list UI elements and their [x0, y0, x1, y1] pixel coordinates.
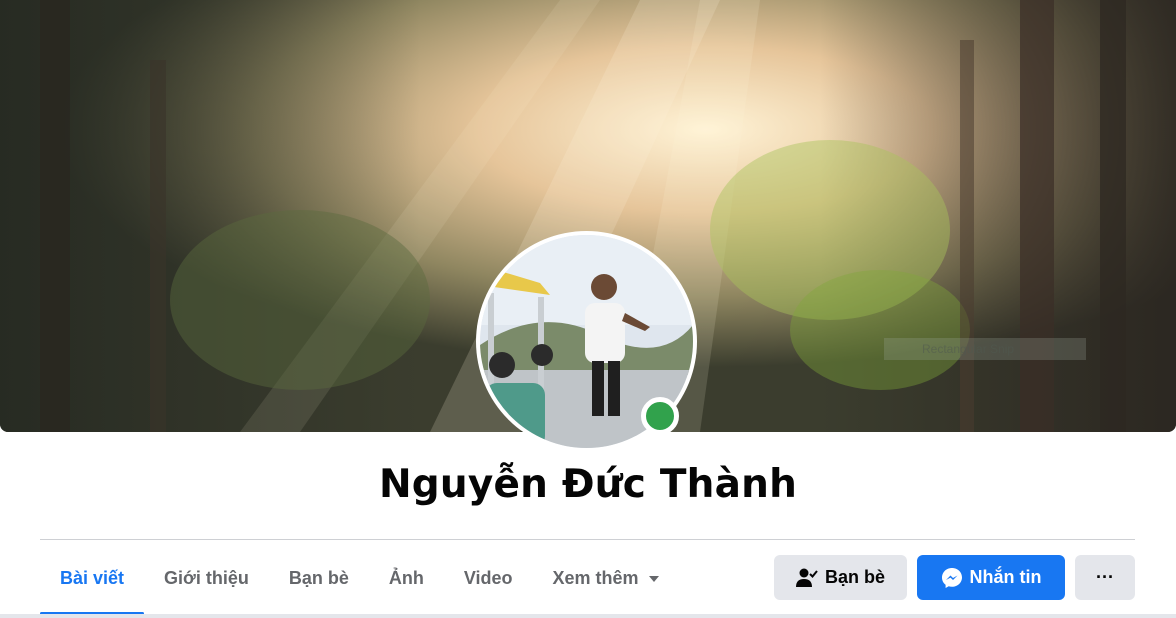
caret-down-icon [648, 576, 659, 582]
message-button-label: Nhắn tin [969, 567, 1042, 587]
header-divider [40, 539, 1135, 540]
message-button[interactable]: Nhắn tin [917, 555, 1065, 600]
header-bottom-border [0, 614, 1176, 618]
tab-posts[interactable]: Bài viết [40, 548, 145, 615]
tab-label: Video [463, 567, 513, 588]
cover-watermark: Rectangular Snip [884, 338, 1086, 360]
profile-name: Nguyễn Đức Thành [378, 462, 798, 507]
messenger-icon [941, 567, 963, 589]
tab-about[interactable]: Giới thiệu [144, 548, 269, 608]
tab-label: Ảnh [388, 567, 424, 588]
friends-button-label: Bạn bè [824, 567, 885, 587]
tab-more[interactable]: Xem thêm [533, 548, 679, 608]
tab-label: Bài viết [60, 567, 125, 588]
more-options-button[interactable]: ··· [1075, 555, 1135, 600]
profile-tabs: Bài viết Giới thiệu Bạn bè Ảnh Video Xem… [40, 548, 679, 616]
tab-friends[interactable]: Bạn bè [269, 548, 369, 608]
tab-label: Xem thêm [552, 567, 639, 588]
person-check-icon [795, 568, 818, 588]
profile-page: Rectangular Snip Nguyễn Đức Thành Bài vi… [0, 0, 1176, 618]
friends-button[interactable]: Bạn bè [774, 555, 907, 600]
tab-photos[interactable]: Ảnh [369, 548, 444, 608]
more-dots-icon: ··· [1096, 567, 1114, 587]
tab-label: Bạn bè [288, 567, 349, 588]
tab-label: Giới thiệu [164, 567, 249, 588]
tab-videos[interactable]: Video [444, 548, 533, 608]
profile-actions: Bạn bè Nhắn tin ··· [774, 555, 1135, 600]
online-status-indicator [641, 397, 679, 435]
